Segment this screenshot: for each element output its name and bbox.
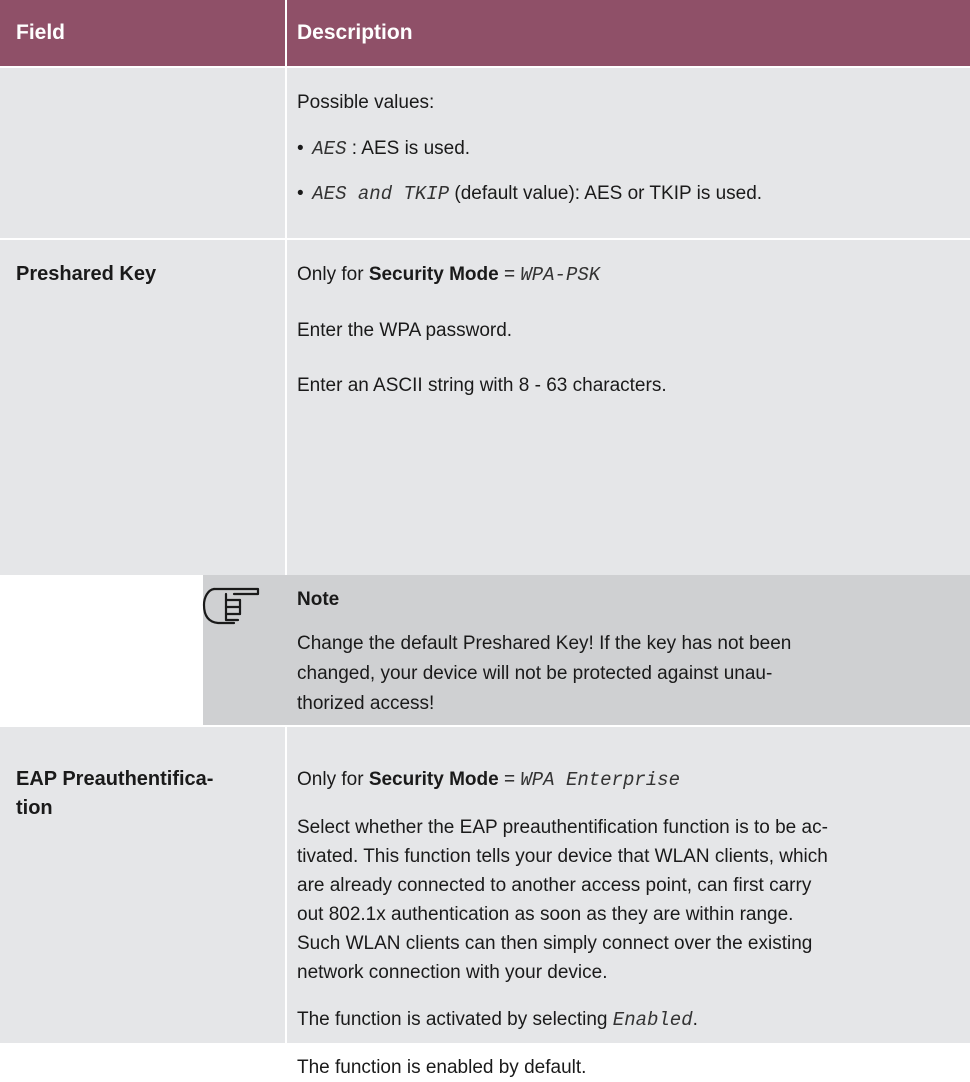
text: = bbox=[498, 769, 521, 790]
header-divider bbox=[285, 0, 287, 66]
bullet-text: (default value): AES or TKIP is used. bbox=[449, 183, 763, 204]
paragraph-line: are already connected to another access … bbox=[297, 875, 812, 896]
paragraph-line: out 802.1x authentication as soon as the… bbox=[297, 904, 794, 925]
bold-param: Security Mode bbox=[368, 769, 499, 790]
table-row: Possible values: • AES : AES is used. • … bbox=[0, 68, 970, 238]
row-description: Possible values: • AES : AES is used. • … bbox=[297, 88, 957, 209]
row-description: Only for Security Mode = WPA-PSK Enter t… bbox=[297, 260, 957, 400]
paragraph-line: network connection with your device. bbox=[297, 962, 608, 983]
field-name: Preshared Key bbox=[16, 263, 157, 285]
text: Only for bbox=[297, 769, 369, 790]
value-code: AES and TKIP bbox=[312, 183, 450, 205]
row-description: Only for Security Mode = WPA Enterprise … bbox=[297, 765, 957, 1082]
column-divider bbox=[285, 240, 287, 575]
bullet-text: : AES is used. bbox=[346, 138, 471, 159]
paragraph-line: tivated. This function tells your device… bbox=[297, 846, 828, 867]
note-line: changed, your device will not be protect… bbox=[297, 663, 773, 684]
paragraph: Select whether the EAP preauthentificati… bbox=[297, 813, 957, 987]
note-line: thorized access! bbox=[297, 693, 435, 714]
table-row: Preshared Key Only for Security Mode = W… bbox=[0, 240, 970, 575]
column-divider bbox=[285, 68, 287, 238]
only-for-line: Only for Security Mode = WPA Enterprise bbox=[297, 765, 957, 795]
note-title: Note bbox=[297, 589, 340, 610]
paragraph: Enter the WPA password. bbox=[297, 320, 513, 341]
bullet-item: • AES and TKIP (default value): AES or T… bbox=[297, 179, 957, 209]
paragraph-line: Such WLAN clients can then simply connec… bbox=[297, 933, 813, 954]
text: = bbox=[498, 264, 521, 285]
paragraph-line: Select whether the EAP preauthentificati… bbox=[297, 817, 828, 838]
paragraph: The function is activated by selecting E… bbox=[297, 1005, 957, 1035]
bullet-icon: • bbox=[297, 138, 304, 159]
paragraph: The function is enabled by default. bbox=[297, 1057, 587, 1078]
field-name-line: tion bbox=[16, 797, 53, 819]
table-header: Field Description bbox=[0, 0, 970, 66]
field-name: EAP Preauthentifica- tion bbox=[16, 765, 266, 823]
pointing-hand-icon bbox=[202, 587, 260, 625]
value-code: WPA Enterprise bbox=[520, 769, 680, 791]
field-name-line: EAP Preauthentifica- bbox=[16, 768, 214, 790]
note-line: Change the default Preshared Key! If the… bbox=[297, 633, 792, 654]
bullet-icon: • bbox=[297, 183, 304, 204]
text: Only for bbox=[297, 264, 369, 285]
text: The function is activated by selecting bbox=[297, 1009, 613, 1030]
bullet-item: • AES : AES is used. bbox=[297, 134, 957, 164]
note-box: Note Change the default Preshared Key! I… bbox=[203, 575, 970, 725]
parameter-table: Field Description Possible values: • AES… bbox=[0, 0, 970, 1078]
header-field: Field bbox=[16, 21, 66, 44]
only-for-line: Only for Security Mode = WPA-PSK bbox=[297, 260, 957, 290]
value-code: Enabled bbox=[612, 1009, 693, 1031]
possible-values-label: Possible values: bbox=[297, 92, 435, 113]
value-code: WPA-PSK bbox=[520, 264, 601, 286]
paragraph: Enter an ASCII string with 8 - 63 charac… bbox=[297, 375, 667, 396]
note-text: Change the default Preshared Key! If the… bbox=[297, 629, 957, 719]
row-content: EAP Preauthentifica- tion Only for Secur… bbox=[0, 743, 970, 1078]
text: . bbox=[692, 1009, 698, 1030]
header-description: Description bbox=[297, 21, 413, 44]
value-code: AES bbox=[312, 138, 347, 160]
bold-param: Security Mode bbox=[368, 264, 499, 285]
